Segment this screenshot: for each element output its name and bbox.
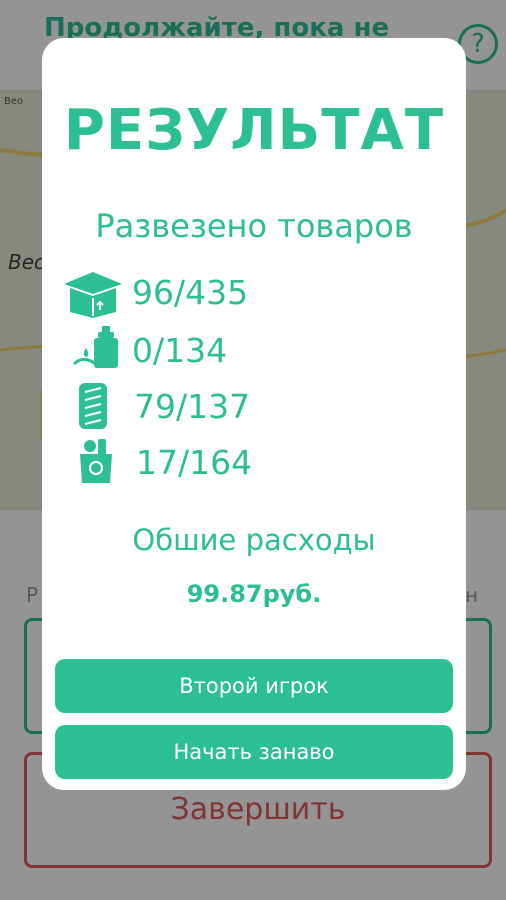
expenses-label: Обшие расходы xyxy=(132,523,376,557)
phones-count: 79/137 xyxy=(134,387,251,426)
second-player-button[interactable]: Второй игрок xyxy=(55,659,453,713)
expenses-currency: руб. xyxy=(262,580,322,608)
phone-icon xyxy=(78,382,108,434)
grocery-bag-icon xyxy=(78,438,114,488)
hand-sanitizer-icon xyxy=(72,326,124,376)
delivered-subtitle: Развезено товаров xyxy=(95,207,413,245)
restart-button[interactable]: Начать занаво xyxy=(55,725,453,779)
package-icon xyxy=(60,268,126,322)
result-modal: РЕЗУЛЬТАТ Развезено товаров 96/435 0/134 xyxy=(42,38,466,790)
result-title: РЕЗУЛЬТАТ xyxy=(63,98,445,163)
expenses-amount: 99.87 xyxy=(186,580,263,608)
delivered-row-groceries: 17/164 xyxy=(42,438,466,488)
delivered-row-packages: 96/435 xyxy=(42,268,466,318)
sanitizer-count: 0/134 xyxy=(132,331,228,370)
delivered-row-sanitizer: 0/134 xyxy=(42,326,466,376)
delivered-row-phones: 79/137 xyxy=(42,382,466,432)
groceries-count: 17/164 xyxy=(136,443,253,482)
expenses-value: 99.87руб. xyxy=(42,574,466,614)
packages-count: 96/435 xyxy=(132,273,249,312)
